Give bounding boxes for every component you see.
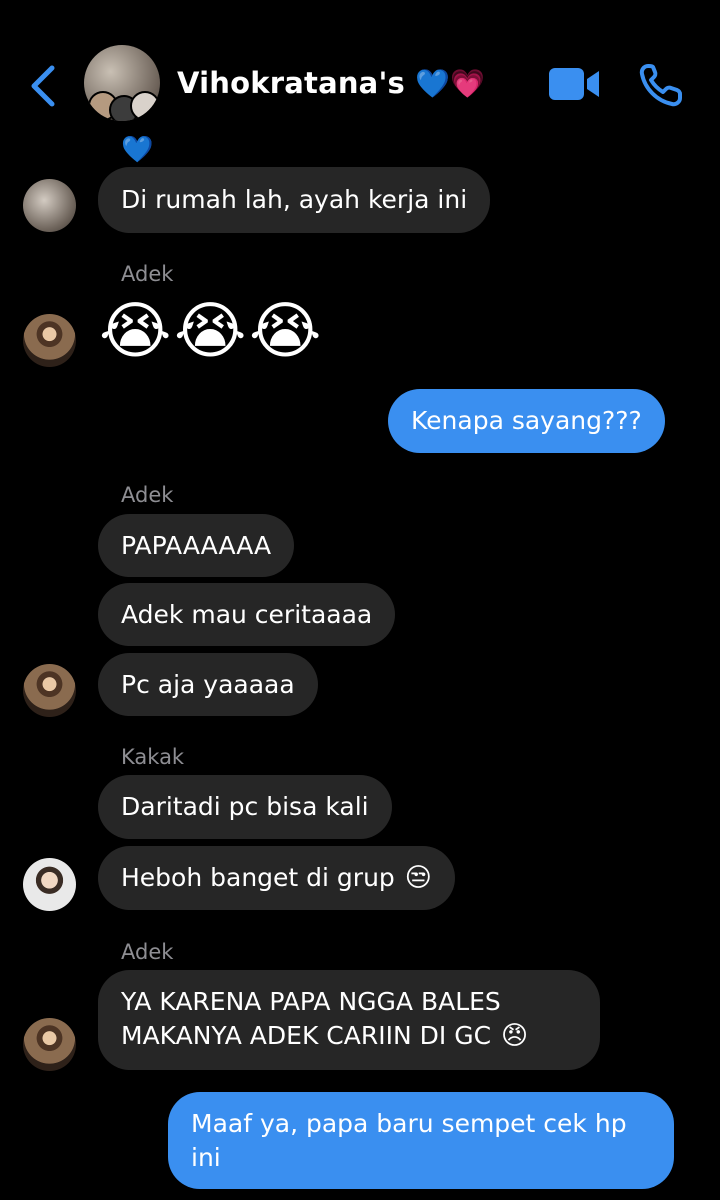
sender-name: Kakak — [121, 745, 185, 769]
avatar[interactable] — [23, 1018, 76, 1071]
message-bubble[interactable]: YA KARENA PAPA NGGA BALES MAKANYA ADEK C… — [98, 970, 600, 1070]
message-text: Di rumah lah, ayah kerja ini — [121, 185, 468, 214]
message-bubble[interactable]: Daritadi pc bisa kali — [98, 775, 392, 839]
outgoing-message-bubble[interactable]: Kenapa sayang??? — [388, 389, 665, 453]
message-bubble[interactable]: Adek mau ceritaaaa — [98, 583, 396, 646]
message-bubble[interactable]: PAPAAAAAA — [98, 514, 295, 577]
message-text-wrap: YA KARENA PAPA NGGA BALES MAKANYA ADEK C… — [121, 985, 577, 1053]
message-text: Pc aja yaaaaa — [121, 669, 295, 699]
crying-emoji[interactable]: 😭 — [174, 296, 246, 366]
sender-name: Adek — [121, 483, 174, 507]
message-bubble[interactable]: Pc aja yaaaaa — [98, 653, 318, 716]
outgoing-message-bubble[interactable]: Maaf ya, papa baru sempet cek hp ini — [168, 1092, 674, 1189]
chat-title-text: Vihokratana's — [177, 66, 405, 100]
message-text: Daritadi pc bisa kali — [121, 792, 369, 821]
sender-name: Adek — [121, 940, 174, 964]
message-text: Adek mau ceritaaaa — [121, 599, 373, 629]
message-bubble[interactable]: Di rumah lah, ayah kerja ini — [98, 167, 491, 233]
back-chevron-icon[interactable] — [26, 62, 60, 110]
message-text: Kenapa sayang??? — [411, 406, 642, 435]
crying-emoji[interactable]: 😭 — [99, 296, 171, 366]
message-text: YA KARENA PAPA NGGA BALES MAKANYA ADEK C… — [121, 987, 501, 1050]
video-camera-icon[interactable] — [549, 64, 601, 104]
avatar[interactable] — [23, 314, 76, 367]
crying-emoji[interactable]: 😭 — [249, 296, 321, 366]
phone-icon[interactable] — [638, 62, 684, 108]
avatar-mini — [130, 91, 160, 121]
message-text: Heboh banget di grup — [121, 863, 395, 892]
message-bubble[interactable]: Heboh banget di grup 😒 — [98, 846, 455, 910]
avatar[interactable] — [23, 179, 76, 232]
avatar[interactable] — [23, 664, 76, 717]
group-avatar[interactable] — [84, 45, 160, 121]
avatar[interactable] — [23, 858, 76, 911]
sender-name: Adek — [121, 262, 174, 286]
angry-emoji: 😠 — [501, 1021, 529, 1051]
title-hearts: 💙💗 — [415, 67, 486, 100]
chat-title[interactable]: Vihokratana's 💙💗 — [177, 66, 485, 100]
heart-reaction: 💙 — [121, 135, 154, 165]
message-text: Maaf ya, papa baru sempet cek hp ini — [191, 1109, 627, 1172]
unamused-emoji: 😒 — [404, 863, 432, 893]
message-text: PAPAAAAAA — [121, 530, 272, 560]
